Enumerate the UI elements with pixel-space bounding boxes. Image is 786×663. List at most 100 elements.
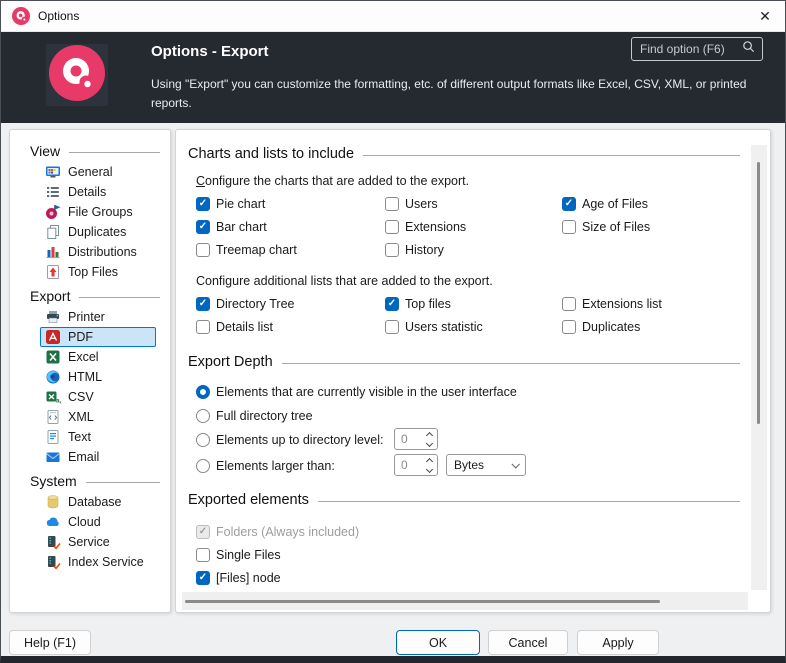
sidebar-item-label: File Groups — [68, 205, 133, 219]
sidebar-item-label: General — [68, 165, 112, 179]
search-icon[interactable] — [741, 39, 756, 59]
chevron-up-icon[interactable] — [425, 457, 432, 464]
size-spinner[interactable]: 0 — [394, 454, 438, 476]
duplicates-icon — [45, 224, 61, 240]
brand-logo-icon — [49, 45, 105, 106]
page-description: Using "Export" you can customize the for… — [151, 75, 765, 113]
sidebar-item-label: Duplicates — [68, 225, 126, 239]
radio-label: Elements that are currently visible in t… — [216, 385, 517, 399]
sidebar-item-text[interactable]: Text — [40, 427, 156, 447]
sidebar-item-csv[interactable]: a, CSV — [40, 387, 156, 407]
sidebar-item-pdf[interactable]: PDF — [40, 327, 156, 347]
checkbox-extensions[interactable]: Extensions — [385, 215, 562, 238]
section-exported-elements: Exported elements — [188, 490, 740, 510]
sidebar-item-index-service[interactable]: Index Service — [40, 552, 156, 572]
database-icon — [45, 494, 61, 510]
help-button[interactable]: Help (F1) — [9, 630, 91, 655]
svg-text:a,: a, — [56, 398, 61, 405]
cancel-button[interactable]: Cancel — [488, 630, 568, 655]
spinner-arrows[interactable] — [423, 431, 437, 448]
checkbox-label: Pie chart — [216, 197, 265, 211]
checkbox-size-of-files[interactable]: Size of Files — [562, 215, 770, 238]
checkbox-details-list[interactable]: Details list — [196, 315, 385, 338]
csv-icon: a, — [45, 389, 61, 405]
radio-visible-elements[interactable]: Elements that are currently visible in t… — [196, 380, 770, 404]
checkbox-label: Directory Tree — [216, 297, 295, 311]
checkbox-icon — [196, 220, 210, 234]
sidebar-item-excel[interactable]: Excel — [40, 347, 156, 367]
cloud-icon — [45, 514, 61, 530]
horizontal-scrollbar[interactable] — [182, 592, 748, 610]
sidebar-item-cloud[interactable]: Cloud — [40, 512, 156, 532]
index-service-icon — [45, 554, 61, 570]
file-groups-icon — [45, 204, 61, 220]
checkbox-icon — [196, 548, 210, 562]
ok-button[interactable]: OK — [396, 630, 480, 655]
brand-logo-tile — [46, 44, 108, 106]
checkbox-label: [Files] node — [216, 571, 281, 585]
text-doc-icon — [45, 429, 61, 445]
monitor-icon — [45, 164, 61, 180]
checkbox-label: Users statistic — [405, 320, 483, 334]
sidebar-item-duplicates[interactable]: Duplicates — [40, 222, 156, 242]
checkbox-treemap-chart[interactable]: Treemap chart — [196, 238, 385, 261]
chevron-down-icon[interactable] — [425, 465, 432, 472]
search-input[interactable] — [640, 42, 741, 56]
sidebar-item-general[interactable]: General — [40, 162, 156, 182]
radio-elements-larger-than[interactable]: Elements larger than: 0 Bytes — [196, 454, 770, 478]
pdf-icon — [45, 329, 61, 345]
sidebar-item-label: Email — [68, 450, 99, 464]
close-icon[interactable]: ✕ — [745, 1, 785, 31]
checkbox-label: Users — [405, 197, 438, 211]
sidebar-item-service[interactable]: Service — [40, 532, 156, 552]
app-logo-icon — [12, 7, 30, 25]
sidebar-item-email[interactable]: Email — [40, 447, 156, 467]
checkbox-single-files[interactable]: Single Files — [196, 543, 770, 566]
checkbox-pie-chart[interactable]: Pie chart — [196, 192, 385, 215]
selected-unit: Bytes — [454, 458, 484, 472]
vertical-scrollbar[interactable] — [751, 145, 767, 590]
checkbox-age-of-files[interactable]: Age of Files — [562, 192, 770, 215]
checkbox-icon — [385, 197, 399, 211]
horizontal-scrollbar-thumb[interactable] — [185, 600, 660, 603]
chevron-up-icon[interactable] — [425, 431, 432, 438]
sidebar-item-xml[interactable]: XML — [40, 407, 156, 427]
checkbox-icon — [562, 320, 576, 334]
group-label: View — [30, 143, 60, 159]
sidebar-item-top-files[interactable]: Top Files — [40, 262, 156, 282]
excel-icon — [45, 349, 61, 365]
chevron-down-icon[interactable] — [425, 439, 432, 446]
size-unit-select[interactable]: Bytes — [446, 454, 526, 476]
checkbox-users[interactable]: Users — [385, 192, 562, 215]
checkbox-history[interactable]: History — [385, 238, 562, 261]
checkbox-bar-chart[interactable]: Bar chart — [196, 215, 385, 238]
checkbox-label: Extensions — [405, 220, 466, 234]
vertical-scrollbar-thumb[interactable] — [757, 162, 760, 424]
spinner-value: 0 — [395, 432, 423, 446]
sidebar-item-printer[interactable]: Printer — [40, 307, 156, 327]
find-option-searchbox[interactable] — [631, 37, 763, 61]
checkbox-extensions-list[interactable]: Extensions list — [562, 292, 770, 315]
sidebar-item-label: Printer — [68, 310, 105, 324]
sidebar-item-database[interactable]: Database — [40, 492, 156, 512]
sidebar-item-label: CSV — [68, 390, 94, 404]
radio-full-directory-tree[interactable]: Full directory tree — [196, 404, 770, 428]
checkbox-duplicates[interactable]: Duplicates — [562, 315, 770, 338]
sidebar-item-file-groups[interactable]: File Groups — [40, 202, 156, 222]
directory-level-spinner[interactable]: 0 — [394, 428, 438, 450]
apply-button[interactable]: Apply — [577, 630, 659, 655]
sidebar-item-details[interactable]: Details — [40, 182, 156, 202]
lists-checkbox-grid: Directory Tree Details list Top files Us… — [196, 292, 770, 338]
sidebar-item-distributions[interactable]: Distributions — [40, 242, 156, 262]
sidebar-item-label: Top Files — [68, 265, 118, 279]
radio-elements-up-to-level[interactable]: Elements up to directory level: 0 — [196, 428, 770, 452]
sidebar-item-html[interactable]: HTML — [40, 367, 156, 387]
sidebar-group-system: System — [10, 470, 170, 492]
options-sidebar: View General Details File Groups Duplica… — [9, 129, 171, 613]
checkbox-files-node[interactable]: [Files] node — [196, 566, 770, 589]
spinner-arrows[interactable] — [423, 457, 437, 474]
checkbox-top-files[interactable]: Top files — [385, 292, 562, 315]
checkbox-users-statistic[interactable]: Users statistic — [385, 315, 562, 338]
chevron-down-icon — [511, 460, 519, 468]
checkbox-directory-tree[interactable]: Directory Tree — [196, 292, 385, 315]
